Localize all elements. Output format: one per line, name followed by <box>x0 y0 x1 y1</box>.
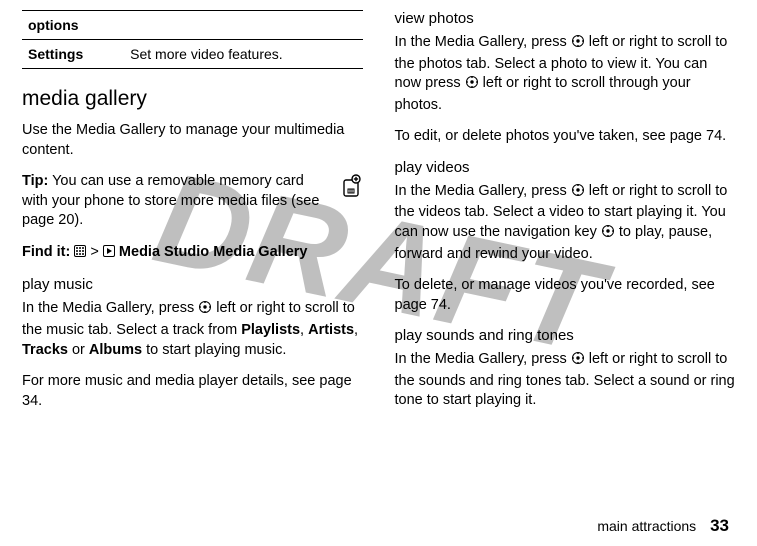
find-it-label: Find it: <box>22 244 70 260</box>
nav-key-icon <box>571 34 585 55</box>
media-gallery-intro: Use the Media Gallery to manage your mul… <box>22 121 363 160</box>
menu-icon <box>74 245 86 257</box>
nav-key-icon <box>465 75 479 96</box>
options-header: options <box>22 11 363 40</box>
play-music-para: In the Media Gallery, press left or righ… <box>22 299 363 360</box>
page-columns: options Settings Set more video features… <box>22 10 735 423</box>
view-photos-para2: To edit, or delete photos you've taken, … <box>395 127 736 147</box>
left-column: options Settings Set more video features… <box>22 10 363 423</box>
play-videos-para1: In the Media Gallery, press left or righ… <box>395 182 736 264</box>
play-icon <box>103 245 115 257</box>
artists-label: Artists <box>308 322 354 338</box>
subheading-view-photos: view photos <box>395 10 736 27</box>
vp-text-a: In the Media Gallery, press <box>395 34 571 50</box>
table-header-row: options <box>22 11 363 40</box>
or-word: or <box>68 342 89 358</box>
nav-key-icon <box>198 300 212 321</box>
settings-desc-cell: Set more video features. <box>124 40 362 69</box>
pv-text-a: In the Media Gallery, press <box>395 183 571 199</box>
ps-text-a: In the Media Gallery, press <box>395 351 571 367</box>
view-photos-para1: In the Media Gallery, press left or righ… <box>395 33 736 115</box>
albums-label: Albums <box>89 342 142 358</box>
pm-text-1: In the Media Gallery, press <box>22 300 198 316</box>
options-table: options Settings Set more video features… <box>22 10 363 69</box>
comma1: , <box>300 322 308 338</box>
play-videos-para2: To delete, or manage videos you've recor… <box>395 276 736 315</box>
tip-text: Tip: You can use a removable memory card… <box>22 172 331 231</box>
page-footer: main attractions 33 <box>597 516 729 536</box>
playlists-label: Playlists <box>241 322 300 338</box>
section-heading-media-gallery: media gallery <box>22 87 363 111</box>
subheading-play-music: play music <box>22 276 363 293</box>
tracks-label: Tracks <box>22 342 68 358</box>
subheading-play-sounds: play sounds and ring tones <box>395 327 736 344</box>
memory-card-icon <box>339 174 363 205</box>
footer-label: main attractions <box>597 518 696 534</box>
find-it-line: Find it: > Media Studio Media Gallery <box>22 243 363 263</box>
play-sounds-para: In the Media Gallery, press left or righ… <box>395 350 736 411</box>
more-music-para: For more music and media player details,… <box>22 372 363 411</box>
subheading-play-videos: play videos <box>395 159 736 176</box>
right-column: view photos In the Media Gallery, press … <box>395 10 736 423</box>
tip-label: Tip: <box>22 173 48 189</box>
media-gallery-label: Media Gallery <box>213 244 307 260</box>
media-studio-label: Media Studio <box>119 244 209 260</box>
page-number: 33 <box>710 516 729 535</box>
gt1: > <box>90 244 103 260</box>
settings-label-cell: Settings <box>22 40 124 69</box>
pm-text-3: to start playing music. <box>142 342 286 358</box>
tip-body: You can use a removable memory card with… <box>22 173 319 228</box>
nav-key-icon <box>571 351 585 372</box>
table-row: Settings Set more video features. <box>22 40 363 69</box>
nav-key-icon <box>601 224 615 245</box>
tip-row: Tip: You can use a removable memory card… <box>22 172 363 231</box>
nav-key-icon <box>571 183 585 204</box>
comma2: , <box>354 322 358 338</box>
